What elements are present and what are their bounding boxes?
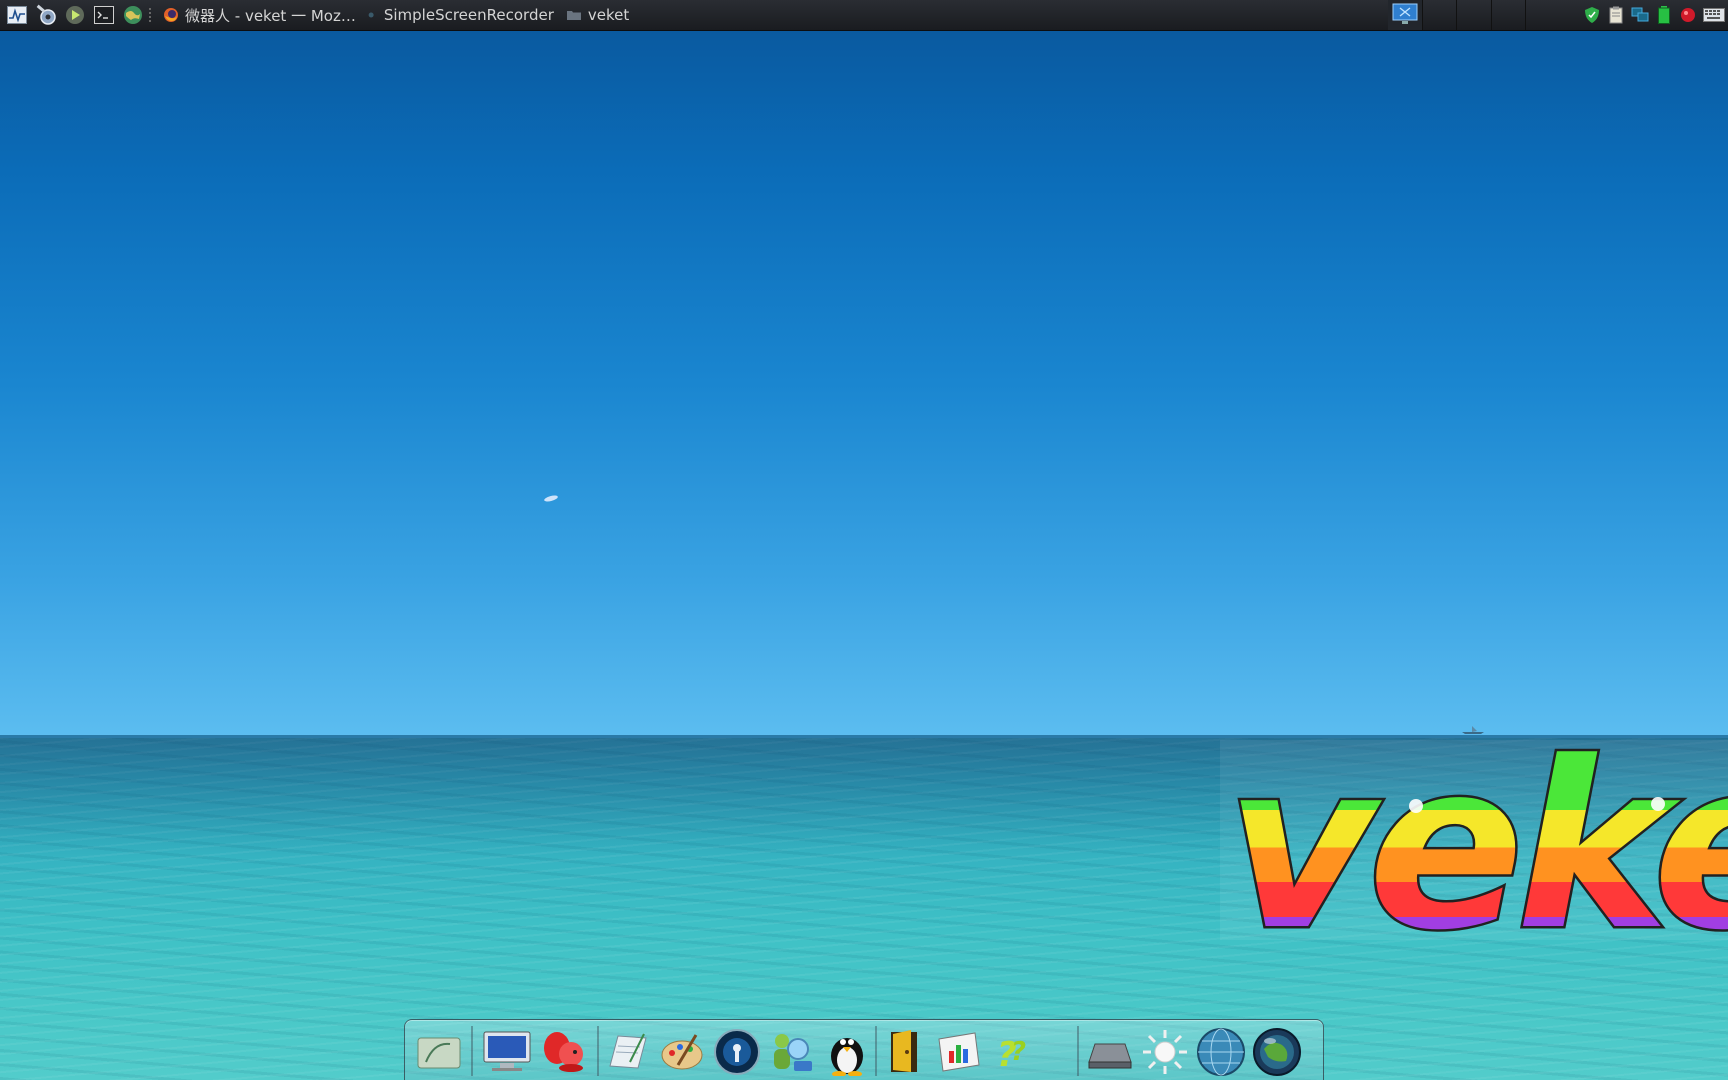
dock-separator (597, 1026, 599, 1076)
wallpaper-horizon (0, 735, 1728, 738)
network-icon[interactable] (1631, 5, 1649, 25)
file-manager-icon[interactable] (413, 1026, 465, 1078)
help-icon[interactable]: ?? (987, 1026, 1039, 1078)
workspace-pager[interactable] (1388, 0, 1526, 30)
panel-separator (149, 8, 157, 22)
penguin-icon[interactable] (821, 1026, 873, 1078)
firefox-icon (164, 8, 178, 22)
workspace-2[interactable] (1423, 0, 1457, 30)
svg-text:?: ? (1011, 1037, 1026, 1067)
workspace-1[interactable] (1388, 0, 1423, 30)
settings-icon[interactable] (34, 4, 58, 26)
system-tray (1580, 0, 1728, 30)
media-player-icon[interactable] (711, 1026, 763, 1078)
task-veket[interactable]: veket (560, 0, 635, 30)
dock-separator (875, 1026, 877, 1076)
brightness-icon[interactable] (1139, 1026, 1191, 1078)
dock-separator (471, 1026, 473, 1076)
globe-icon[interactable] (1195, 1026, 1247, 1078)
dock: ?? (404, 1019, 1324, 1080)
system-monitor-icon[interactable] (5, 4, 29, 26)
task-label: SimpleScreenRecorder (383, 6, 554, 24)
run-icon[interactable] (63, 4, 87, 26)
logo-backdrop (1220, 740, 1728, 940)
task-simplescreenrecorder[interactable]: SimpleScreenRecorder (362, 0, 560, 30)
top-panel: 微器人 - veket 一 Moz… SimpleScreenRecorder … (0, 0, 1728, 31)
dock-separator (1077, 1026, 1079, 1076)
workspace-3[interactable] (1457, 0, 1492, 30)
text-editor-icon[interactable] (601, 1026, 653, 1078)
task-label: 微器人 - veket 一 Moz… (185, 6, 356, 25)
browser-globe-icon[interactable] (121, 4, 145, 26)
paint-icon[interactable] (657, 1026, 709, 1078)
users-search-icon[interactable] (767, 1026, 819, 1078)
sphere-icon[interactable] (1251, 1026, 1303, 1078)
squirrel-icon[interactable] (539, 1026, 591, 1078)
battery-icon[interactable] (1655, 5, 1673, 25)
clipboard-icon[interactable] (1607, 5, 1625, 25)
folder-icon (566, 11, 581, 20)
keyboard-icon[interactable] (1703, 5, 1725, 25)
computer-icon[interactable] (481, 1026, 533, 1078)
drive-icon[interactable] (1083, 1026, 1135, 1078)
desktop: 微器人 - veket 一 Moz… SimpleScreenRecorder … (0, 0, 1728, 1080)
show-desktop-icon (1392, 3, 1418, 24)
door-exit-icon[interactable] (879, 1026, 931, 1078)
wallpaper-sky (0, 30, 1728, 737)
shield-icon[interactable] (1583, 5, 1601, 25)
recorder-icon (368, 12, 374, 18)
veket-logo: veket (1220, 740, 1728, 940)
terminal-icon[interactable] (92, 4, 116, 26)
wallpaper-boat (1462, 726, 1484, 734)
task-label: veket (587, 6, 630, 24)
chart-app-icon[interactable] (933, 1026, 985, 1078)
record-icon[interactable] (1679, 5, 1697, 25)
task-firefox[interactable]: 微器人 - veket 一 Moz… (157, 0, 362, 30)
workspace-4[interactable] (1492, 0, 1526, 30)
